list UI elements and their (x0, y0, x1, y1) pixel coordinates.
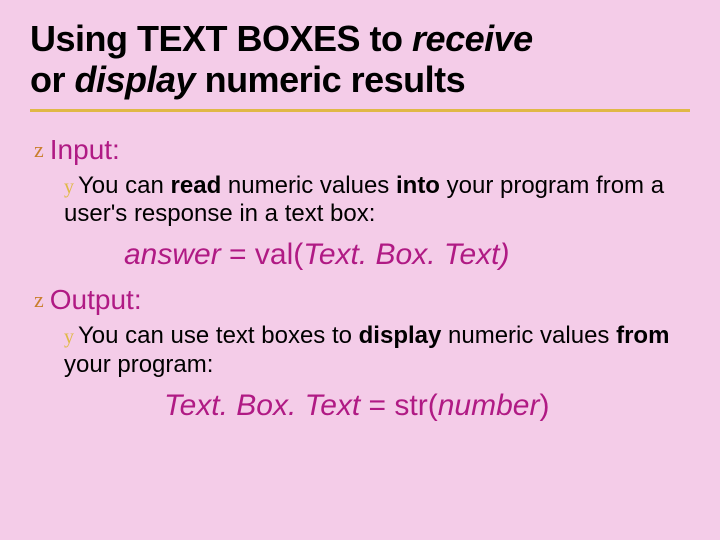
code-number: number (438, 389, 540, 422)
input-desc-c: numeric values (221, 172, 396, 199)
input-desc: yYou can read numeric values into your p… (64, 172, 690, 229)
output-desc-d: from (616, 322, 669, 349)
input-code: answer = val(Text. Box. Text) (124, 238, 690, 272)
input-desc-d: into (396, 172, 440, 199)
code-answer: answer (124, 238, 221, 271)
output-desc-a: You can use text boxes to (78, 322, 359, 349)
y-bullet-icon: y (64, 176, 74, 198)
code-str: str( (394, 389, 437, 422)
output-heading: z Output: (34, 284, 690, 316)
z-bullet-icon: z (34, 289, 44, 311)
input-desc-b: read (171, 172, 222, 199)
output-desc-c: numeric values (441, 322, 616, 349)
title-part1: Using TEXT BOXES to (30, 18, 412, 59)
code-val: val( (255, 238, 303, 271)
title-part5: numeric results (195, 59, 465, 100)
title-part3: or (30, 59, 75, 100)
slide-title: Using TEXT BOXES to receive or display n… (30, 18, 690, 101)
code-close: ) (539, 389, 549, 422)
output-desc-e: your program: (64, 351, 213, 378)
z-bullet-icon: z (34, 139, 44, 161)
title-underline (30, 109, 690, 112)
slide-body: z Input: yYou can read numeric values in… (30, 134, 690, 423)
slide: Using TEXT BOXES to receive or display n… (0, 0, 720, 445)
input-heading-text: Input: (50, 134, 120, 166)
title-part2: receive (412, 18, 533, 59)
input-desc-a: You can (78, 172, 171, 199)
code-eq2: = (360, 389, 394, 422)
output-heading-text: Output: (50, 284, 142, 316)
code-eq1: = (221, 238, 255, 271)
output-desc: yYou can use text boxes to display numer… (64, 322, 690, 379)
code-tbt1: Text. Box. Text) (303, 238, 509, 271)
input-heading: z Input: (34, 134, 690, 166)
y-bullet-icon: y (64, 326, 74, 348)
code-tbt2: Text. Box. Text (164, 389, 360, 422)
output-desc-b: display (359, 322, 442, 349)
title-part4: display (75, 59, 196, 100)
output-code: Text. Box. Text = str(number) (164, 389, 690, 423)
